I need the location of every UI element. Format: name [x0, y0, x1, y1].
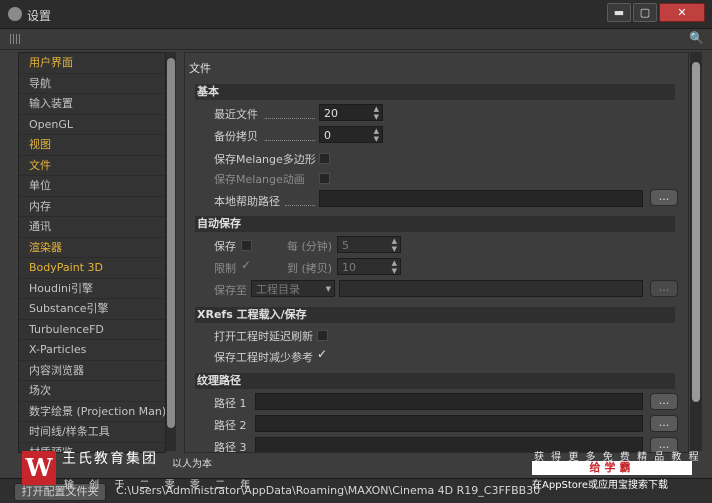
limit-checkmark-icon[interactable]: ✓ [241, 258, 251, 272]
local-help-path-field[interactable] [319, 190, 643, 207]
dot-leader [265, 139, 315, 141]
sidebar-item[interactable]: 渲染器 [19, 238, 165, 258]
save-melange-polygons-label: 保存Melange多边形 [214, 153, 316, 166]
section-header-basic[interactable]: 基本 [195, 84, 675, 100]
toolbar: 🔍 [0, 29, 712, 50]
brand-logo: W [22, 451, 56, 485]
sidebar-item[interactable]: Houdini引擎 [19, 279, 165, 299]
save-to-label: 保存至 [214, 284, 247, 297]
sidebar-item[interactable]: OpenGL [19, 115, 165, 135]
sidebar-scrollbar[interactable] [166, 52, 176, 451]
settings-category-list: 用户界面 导航 输入装置 OpenGL 视图 文件 单位 内存 通讯 渲染器 BodyPaint 3… [18, 52, 166, 453]
spinner-arrows-icon[interactable]: ▲ ▼ [374, 105, 379, 121]
content-scroll-thumb[interactable] [692, 62, 700, 402]
every-minutes-field[interactable]: 5 ▲ ▼ [337, 236, 401, 253]
content-scrollbar[interactable] [690, 52, 702, 451]
watermark-slogan: 以人为本 [172, 459, 212, 470]
delay-refresh-checkbox[interactable] [317, 330, 328, 341]
search-icon[interactable]: 🔍 [689, 31, 704, 45]
title-bar: 设置 ▬ ▢ ✕ [0, 0, 712, 29]
watermark-ad-brand: 给学霸 [532, 461, 692, 475]
save-to-browse-button[interactable]: ... [650, 280, 678, 297]
save-melange-animation-label: 保存Melange动画 [214, 173, 305, 186]
texture-path-browse-button[interactable]: ... [650, 393, 678, 410]
every-minutes-label: 每 (分钟) [287, 240, 333, 253]
sidebar-item[interactable]: 输入装置 [19, 94, 165, 115]
spinner-arrows-icon[interactable]: ▲ ▼ [374, 127, 379, 143]
sidebar-item[interactable]: 通讯 [19, 217, 165, 238]
save-to-path-field[interactable] [339, 280, 643, 297]
chevron-down-icon[interactable]: ▼ [326, 285, 331, 293]
minimize-button[interactable]: ▬ [607, 3, 631, 22]
texture-path-label: 路径 3 [214, 441, 247, 453]
autosave-checkbox[interactable] [241, 240, 252, 251]
texture-path-field[interactable] [255, 393, 643, 410]
reduce-references-label: 保存工程时减少参考 [214, 351, 313, 364]
local-help-browse-button[interactable]: ... [650, 189, 678, 206]
texture-path-label: 路径 2 [214, 419, 247, 432]
sidebar-item[interactable]: BodyPaint 3D [19, 258, 165, 279]
sidebar-item[interactable]: 导航 [19, 74, 165, 94]
watermark-tagline: 输 创 于 二 零 零 二 年 [64, 480, 257, 491]
sidebar-item[interactable]: TurbulenceFD [19, 320, 165, 340]
spinner-arrows-icon[interactable]: ▲ ▼ [392, 237, 397, 253]
sidebar-item[interactable]: 内存 [19, 197, 165, 217]
sidebar-item[interactable]: 内容浏览器 [19, 361, 165, 381]
section-header-xrefs[interactable]: XRefs 工程载入/保存 [195, 307, 675, 323]
local-help-path-label: 本地帮助路径 [214, 195, 280, 208]
dot-leader [285, 204, 315, 206]
sidebar-scroll-thumb[interactable] [167, 58, 175, 428]
section-header-texture-paths[interactable]: 纹理路径 [195, 373, 675, 389]
close-button[interactable]: ✕ [659, 3, 705, 22]
recent-files-label: 最近文件 [214, 108, 258, 121]
save-melange-polygons-checkbox[interactable] [319, 153, 330, 164]
texture-path-browse-button[interactable]: ... [650, 415, 678, 432]
grip-icon[interactable] [10, 34, 22, 44]
page-title: 文件 [189, 62, 211, 75]
save-to-dropdown[interactable]: 工程目录 ▼ [251, 280, 335, 297]
backup-copies-label: 备份拷贝 [214, 130, 258, 143]
sidebar-item[interactable]: X-Particles [19, 340, 165, 361]
limit-label: 限制 [214, 262, 236, 275]
sidebar-item[interactable]: 文件 [19, 156, 165, 176]
reduce-references-checkmark-icon[interactable]: ✓ [317, 347, 327, 361]
backup-copies-field[interactable]: 0 ▲ ▼ [319, 126, 383, 143]
to-copies-label: 到 (拷贝) [287, 262, 333, 275]
watermark-company: 王氏教育集团 [62, 451, 158, 467]
texture-path-field[interactable] [255, 415, 643, 432]
sidebar-item[interactable]: 场次 [19, 381, 165, 402]
maximize-button[interactable]: ▢ [633, 3, 657, 22]
autosave-save-label: 保存 [214, 240, 236, 253]
section-header-autosave[interactable]: 自动保存 [195, 216, 675, 232]
delay-refresh-label: 打开工程时延迟刷新 [214, 330, 313, 343]
window-title: 设置 [27, 9, 52, 23]
save-melange-animation-checkbox[interactable] [319, 173, 330, 184]
sidebar-item[interactable]: Substance引擎 [19, 299, 165, 320]
sidebar-item[interactable]: 时间线/样条工具 [19, 422, 165, 443]
sidebar-item[interactable]: 单位 [19, 176, 165, 197]
app-icon [8, 7, 22, 21]
sidebar-item[interactable]: 数字绘景 (Projection Man) [19, 402, 165, 422]
to-copies-field[interactable]: 10 ▲ ▼ [337, 258, 401, 275]
recent-files-field[interactable]: 20 ▲ ▼ [319, 104, 383, 121]
watermark-ad-line3: 在AppStore或应用宝搜索下载 [532, 480, 668, 491]
sidebar-item[interactable]: 用户界面 [19, 53, 165, 74]
settings-content: 文件 基本 最近文件 20 ▲ ▼ 备份拷贝 0 ▲ ▼ 保存Melange多边形 保存… [184, 52, 689, 453]
texture-path-label: 路径 1 [214, 397, 247, 410]
spinner-arrows-icon[interactable]: ▲ ▼ [392, 259, 397, 275]
sidebar-item[interactable]: 视图 [19, 135, 165, 156]
dot-leader [265, 117, 315, 119]
